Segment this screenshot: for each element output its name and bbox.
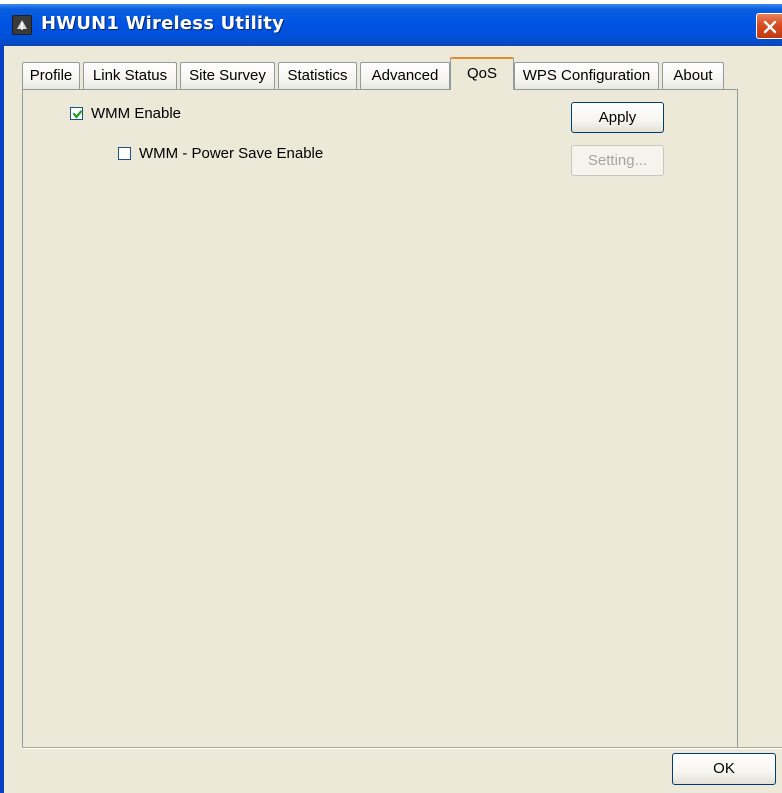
close-icon	[763, 20, 777, 34]
tab-about[interactable]: About	[662, 62, 724, 89]
tab-qos[interactable]: QoS	[450, 57, 514, 90]
window-title: HWUN1 Wireless Utility	[41, 13, 285, 34]
checkmark-icon	[72, 110, 83, 119]
wmm-power-save-row: WMM - Power Save Enable	[118, 145, 323, 162]
wmm-enable-row: WMM Enable	[70, 105, 181, 122]
qos-panel: WMM Enable WMM - Power Save Enable Apply…	[22, 89, 738, 749]
wmm-power-save-checkbox[interactable]	[118, 147, 131, 160]
tab-wps-configuration[interactable]: WPS Configuration	[514, 62, 659, 89]
tab-profile[interactable]: Profile	[22, 62, 80, 89]
close-button[interactable]	[756, 13, 782, 39]
tab-link-status[interactable]: Link Status	[83, 62, 177, 89]
ok-button[interactable]: OK	[672, 753, 776, 785]
wireless-app-icon[interactable]	[12, 15, 32, 35]
wmm-power-save-label: WMM - Power Save Enable	[139, 145, 324, 162]
setting-button[interactable]: Setting...	[571, 145, 664, 176]
wmm-enable-label: WMM Enable	[91, 105, 182, 122]
utility-window: HWUN1 Wireless Utility Profile Link Stat…	[0, 4, 782, 793]
wmm-enable-checkbox[interactable]	[70, 107, 83, 120]
title-bar[interactable]: HWUN1 Wireless Utility	[0, 4, 782, 46]
tab-site-survey[interactable]: Site Survey	[180, 62, 275, 89]
tab-advanced[interactable]: Advanced	[360, 62, 450, 89]
apply-button[interactable]: Apply	[571, 102, 664, 133]
window-frame-left	[0, 46, 4, 793]
tab-strip: Profile Link Status Site Survey Statisti…	[22, 57, 742, 90]
tab-statistics[interactable]: Statistics	[278, 62, 357, 89]
footer-separator	[22, 747, 782, 749]
